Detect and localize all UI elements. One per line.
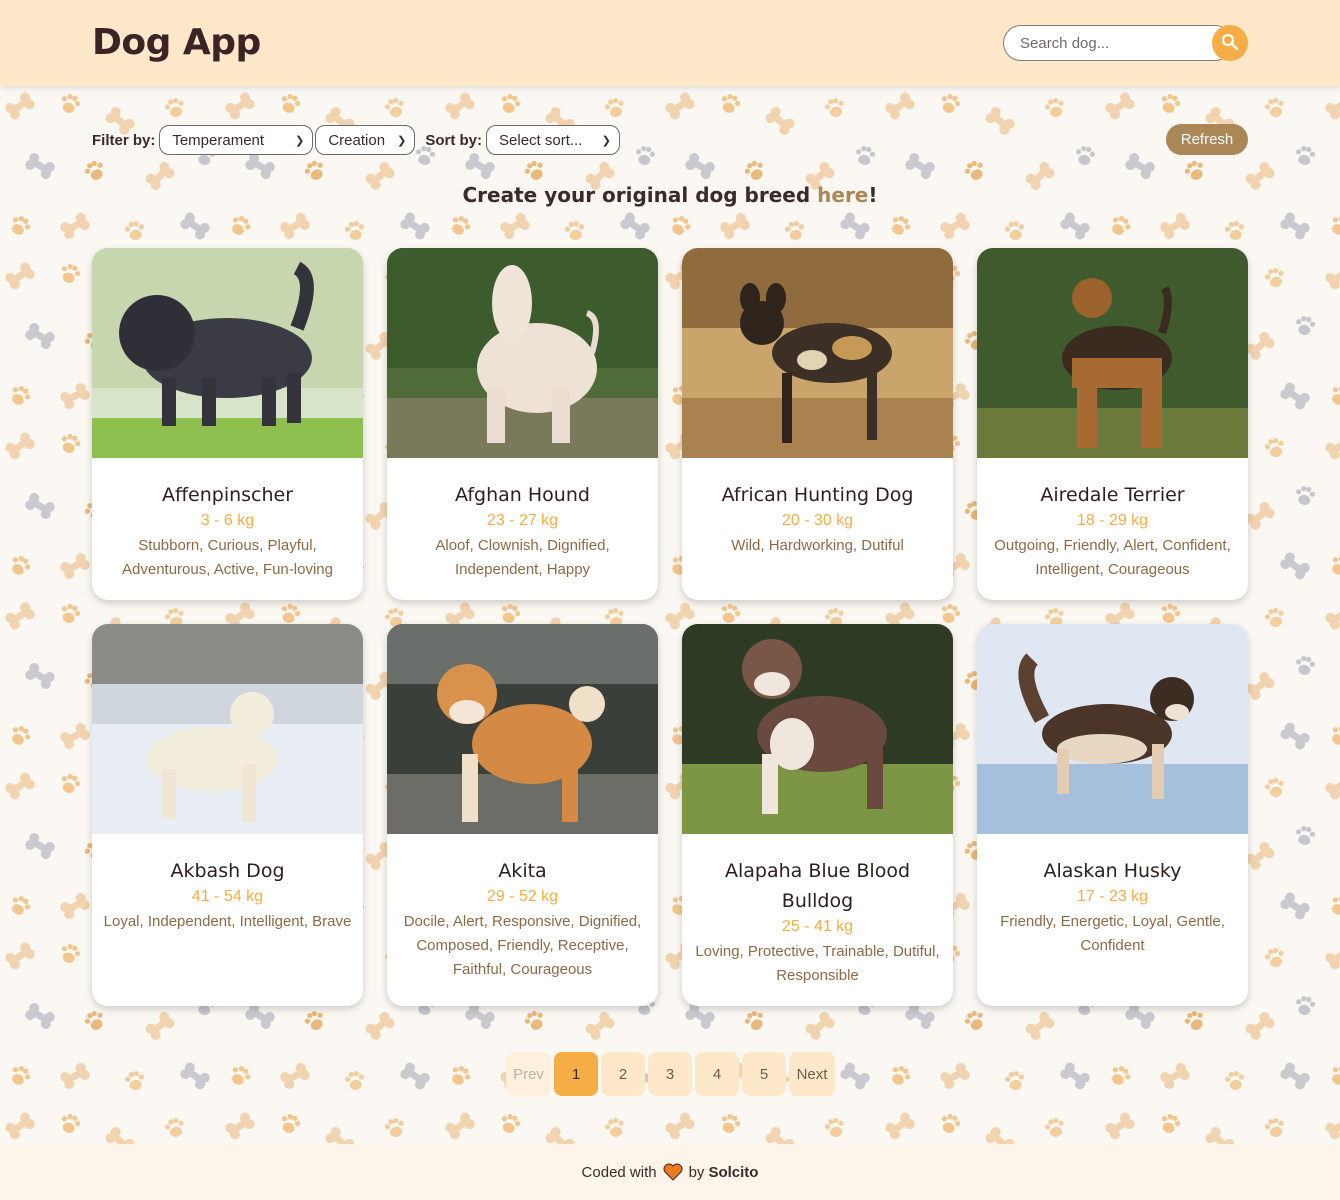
create-breed-suffix: ! (868, 183, 878, 207)
filter-sort-bar: Filter by: Temperament ❯ Creation ❯ Sort… (92, 124, 1248, 156)
dog-weight: 18 - 29 kg (1076, 512, 1149, 529)
dog-name: Airedale Terrier (1040, 484, 1185, 506)
page-button-2[interactable]: 2 (601, 1052, 645, 1096)
prev-page-button[interactable]: Prev (506, 1052, 551, 1096)
sort-select[interactable]: Select sort... ❯ (486, 125, 621, 155)
footer-prefix: Coded with (581, 1163, 657, 1181)
dog-temperament: Stubborn, Curious, Playful, Adventurous,… (122, 537, 333, 578)
create-breed-link[interactable]: here (817, 183, 868, 207)
dog-card[interactable]: African Hunting Dog 20 - 30 kg Wild, Har… (682, 248, 953, 600)
search-bar (1003, 25, 1248, 61)
dog-name: Afghan Hound (455, 484, 590, 506)
dog-name: Akbash Dog (170, 860, 285, 882)
footer: Coded with by Solcito (0, 1144, 1340, 1200)
refresh-button[interactable]: Refresh (1166, 124, 1248, 155)
create-breed-banner: Create your original dog breed here! (0, 183, 1340, 207)
creation-select-value: Creation (328, 131, 386, 149)
page-button-4[interactable]: 4 (695, 1052, 739, 1096)
dog-temperament: Outgoing, Friendly, Alert, Confident, In… (994, 537, 1231, 578)
sort-select-value: Select sort... (499, 131, 583, 149)
chevron-down-icon: ❯ (397, 134, 407, 147)
dog-photo (387, 248, 658, 458)
dog-weight: 20 - 30 kg (781, 512, 854, 529)
dog-temperament: Docile, Alert, Responsive, Dignified, Co… (403, 913, 642, 978)
dog-photo (977, 248, 1248, 458)
footer-author[interactable]: Solcito (708, 1164, 758, 1181)
dog-weight: 23 - 27 kg (486, 512, 559, 529)
dog-card[interactable]: Airedale Terrier 18 - 29 kg Outgoing, Fr… (977, 248, 1248, 600)
search-input[interactable] (1003, 25, 1233, 61)
app-logo[interactable]: Dog App (92, 22, 261, 63)
dog-name: Alaskan Husky (1043, 860, 1182, 882)
page-button-1[interactable]: 1 (554, 1052, 598, 1096)
temperament-select[interactable]: Temperament ❯ (159, 125, 314, 155)
dog-temperament: Loyal, Independent, Intelligent, Brave (103, 913, 352, 930)
temperament-select-value: Temperament (172, 131, 265, 149)
dog-photo (387, 624, 658, 834)
dog-weight: 25 - 41 kg (781, 918, 854, 935)
dog-name: African Hunting Dog (721, 484, 914, 506)
dog-card[interactable]: Affenpinscher 3 - 6 kg Stubborn, Curious… (92, 248, 363, 600)
dog-weight: 29 - 52 kg (486, 888, 559, 905)
dog-temperament: Aloof, Clownish, Dignified, Independent,… (435, 537, 610, 578)
filter-label: Filter by: (92, 131, 156, 149)
dog-card[interactable]: Afghan Hound 23 - 27 kg Aloof, Clownish,… (387, 248, 658, 600)
chevron-down-icon: ❯ (295, 134, 305, 147)
chevron-down-icon: ❯ (601, 134, 612, 147)
dog-weight: 3 - 6 kg (200, 512, 255, 529)
dog-temperament: Wild, Hardworking, Dutiful (731, 537, 904, 554)
dog-weight: 17 - 23 kg (1076, 888, 1149, 905)
dog-card[interactable]: Akita 29 - 52 kg Docile, Alert, Responsi… (387, 624, 658, 1006)
next-page-button[interactable]: Next (789, 1052, 835, 1096)
footer-by: by (688, 1163, 705, 1181)
dog-card[interactable]: Alaskan Husky 17 - 23 kg Friendly, Energ… (977, 624, 1248, 1006)
creation-select[interactable]: Creation ❯ (315, 125, 416, 155)
create-breed-text: Create your original dog breed (462, 183, 818, 207)
pagination: Prev 1 2 3 4 5 Next (506, 1052, 838, 1096)
dog-card[interactable]: Alapaha Blue Blood Bulldog 25 - 41 kg Lo… (682, 624, 953, 1006)
heart-icon (663, 1163, 683, 1181)
search-icon (1221, 33, 1239, 54)
dog-name: Alapaha Blue Blood Bulldog (724, 860, 911, 912)
sort-label: Sort by: (425, 131, 483, 149)
page-button-3[interactable]: 3 (648, 1052, 692, 1096)
dog-photo (92, 624, 363, 834)
dog-card[interactable]: Akbash Dog 41 - 54 kg Loyal, Independent… (92, 624, 363, 1006)
dog-photo (92, 248, 363, 458)
dog-name: Akita (498, 860, 547, 882)
dog-temperament: Friendly, Energetic, Loyal, Gentle, Conf… (1000, 913, 1225, 954)
dog-name: Affenpinscher (161, 484, 294, 506)
dog-weight: 41 - 54 kg (191, 888, 264, 905)
dog-temperament: Loving, Protective, Trainable, Dutiful, … (695, 943, 940, 984)
page-button-5[interactable]: 5 (742, 1052, 786, 1096)
search-button[interactable] (1212, 25, 1248, 61)
dog-photo (977, 624, 1248, 834)
top-header: Dog App (0, 0, 1340, 86)
dog-photo (682, 248, 953, 458)
dog-photo (682, 624, 953, 834)
